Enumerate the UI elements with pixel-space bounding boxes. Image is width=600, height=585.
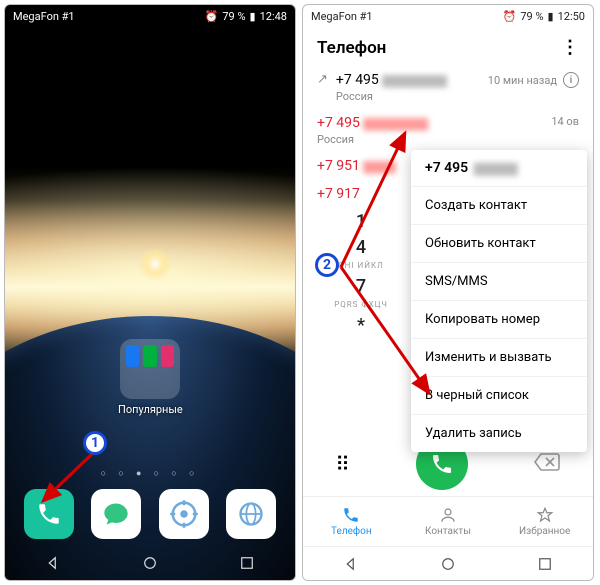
- nav-recent[interactable]: [233, 549, 261, 577]
- nav-home[interactable]: [434, 550, 462, 578]
- alarm-icon: ⏰: [205, 10, 219, 23]
- nav-recent[interactable]: [531, 550, 559, 578]
- gear-icon: [169, 499, 199, 529]
- annotation-arrow-1: [35, 445, 105, 515]
- dock-browser-app[interactable]: [226, 489, 276, 539]
- tab-contacts[interactable]: Контакты: [400, 497, 497, 546]
- status-bar: MegaFon #1 ⏰ 79 % ▮ 12:50: [303, 5, 593, 27]
- nav-back[interactable]: [337, 550, 365, 578]
- nav-bar: [5, 546, 295, 580]
- tab-label: Контакты: [425, 526, 471, 537]
- outgoing-call-icon: ↗: [317, 72, 328, 87]
- dock-settings-app[interactable]: [159, 489, 209, 539]
- person-icon: [439, 506, 457, 524]
- clock-label: 12:50: [558, 10, 585, 23]
- tab-phone[interactable]: Телефон: [303, 497, 400, 546]
- folder-label: Популярные: [118, 403, 182, 416]
- phone-right-dialer: MegaFon #1 ⏰ 79 % ▮ 12:50 Телефон ⋮ ↗ +7…: [302, 4, 594, 581]
- battery-icon: ▮: [250, 10, 256, 23]
- battery-percent: 79 %: [520, 10, 543, 23]
- annotation-marker-2: 2: [315, 253, 339, 277]
- battery-percent: 79 %: [222, 10, 245, 23]
- square-recent-icon: [536, 555, 554, 573]
- app-title: Телефон: [317, 38, 386, 58]
- backspace-icon[interactable]: [533, 452, 561, 476]
- call-number: +7 495: [336, 72, 379, 88]
- tab-label: Телефон: [331, 526, 372, 537]
- call-time: 14 ов: [551, 115, 579, 128]
- nav-bar: [303, 546, 593, 580]
- overflow-menu-icon[interactable]: ⋮: [561, 37, 579, 58]
- star-icon: [536, 506, 554, 524]
- circle-home-icon: [439, 555, 457, 573]
- triangle-back-icon: [342, 555, 360, 573]
- annotation-arrow-2: [333, 125, 453, 425]
- nav-back[interactable]: [39, 549, 67, 577]
- app-header: Телефон ⋮: [303, 27, 593, 66]
- call-row[interactable]: ↗ +7 495 ▆▆▆▆▆▆ Россия 10 мин назадi: [303, 66, 593, 109]
- tab-label: Избранное: [519, 526, 570, 537]
- tab-favorites[interactable]: Избранное: [496, 497, 593, 546]
- status-bar: MegaFon #1 ⏰ 79 % ▮ 12:48: [5, 5, 295, 27]
- phone-left-homescreen: MegaFon #1 ⏰ 79 % ▮ 12:48 Популярные ○ ○…: [4, 4, 296, 581]
- message-icon: [102, 500, 130, 528]
- phone-icon: [342, 506, 360, 524]
- call-region: Россия: [336, 90, 447, 103]
- bottom-tabs: Телефон Контакты Избранное: [303, 496, 593, 546]
- folder-popular[interactable]: Популярные: [118, 339, 182, 416]
- annotation-marker-1: 1: [83, 431, 107, 455]
- battery-icon: ▮: [548, 10, 554, 23]
- square-recent-icon: [238, 554, 256, 572]
- triangle-back-icon: [44, 554, 62, 572]
- folder-icon: [120, 339, 180, 399]
- call-time: 10 мин назад: [488, 74, 557, 87]
- clock-label: 12:48: [260, 10, 287, 23]
- circle-home-icon: [141, 554, 159, 572]
- nav-home[interactable]: [136, 549, 164, 577]
- globe-icon: [237, 500, 265, 528]
- phone-icon: [430, 452, 454, 476]
- dialpad-toggle-icon[interactable]: ⠿: [335, 452, 352, 476]
- info-icon[interactable]: i: [563, 72, 579, 88]
- carrier-label: MegaFon #1: [13, 10, 75, 23]
- carrier-label: MegaFon #1: [311, 10, 373, 23]
- alarm-icon: ⏰: [503, 10, 517, 23]
